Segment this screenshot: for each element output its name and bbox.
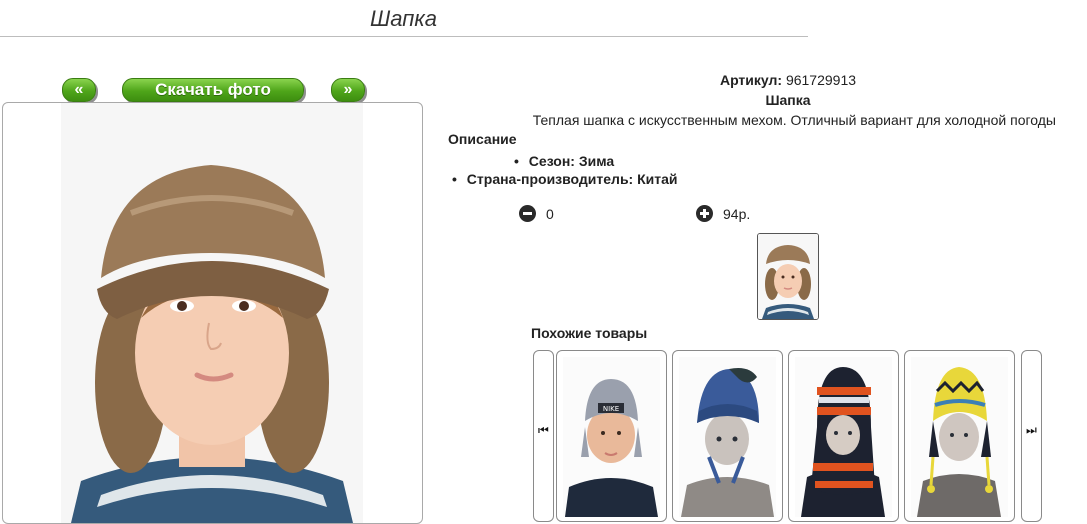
hat-print-text: NIKE xyxy=(603,405,619,413)
previous-photo-button[interactable]: « xyxy=(62,78,96,102)
title-divider xyxy=(0,36,808,37)
similar-next-button[interactable]: ⏭ xyxy=(1021,350,1042,522)
article-row: Артикул: 961729913 xyxy=(448,72,1087,88)
similar-prev-button[interactable]: ⏮ xyxy=(533,350,554,522)
main-product-photo[interactable] xyxy=(2,102,423,524)
similar-item[interactable] xyxy=(788,350,899,522)
skip-forward-icon: ⏭ xyxy=(1026,423,1037,437)
product-description: Теплая шапка с искусственным мехом. Отли… xyxy=(532,112,1056,128)
product-name: Шапка xyxy=(765,92,811,108)
attribute-label: Страна-производитель: xyxy=(466,171,634,187)
price-value: 94р. xyxy=(723,205,751,222)
article-label: Артикул: xyxy=(719,72,783,88)
quantity-control: 0 xyxy=(519,205,554,222)
attribute-value: Китай xyxy=(637,171,678,187)
article-value: 961729913 xyxy=(785,72,857,88)
attribute-value: Зима xyxy=(578,153,615,169)
skip-back-icon: ⏮ xyxy=(538,423,549,437)
price-control: 94р. xyxy=(696,205,750,222)
download-photo-button[interactable]: Скачать фото xyxy=(122,78,304,102)
next-photo-button[interactable]: » xyxy=(331,78,365,102)
description-label: Описание xyxy=(448,131,517,147)
minus-icon[interactable] xyxy=(519,205,536,222)
photo-thumbnail[interactable] xyxy=(757,233,819,320)
similar-item[interactable]: NIKE xyxy=(556,350,667,522)
similar-item[interactable] xyxy=(904,350,1015,522)
page-title: Шапка xyxy=(370,6,437,31)
attribute-label: Сезон: xyxy=(528,153,575,169)
attribute-season: Сезон: Зима xyxy=(514,153,614,169)
similar-item[interactable] xyxy=(672,350,783,522)
attribute-country: Страна-производитель: Китай xyxy=(452,171,678,187)
quantity-value: 0 xyxy=(546,205,554,222)
plus-icon[interactable] xyxy=(696,205,713,222)
similar-products-title: Похожие товары xyxy=(531,325,648,341)
